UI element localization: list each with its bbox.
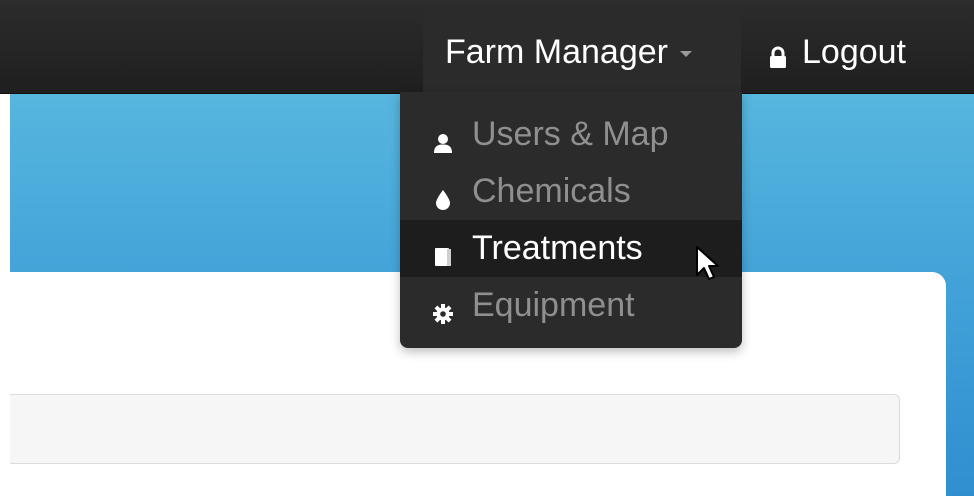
menu-item-label: Users & Map (472, 115, 669, 153)
menu-item-equipment[interactable]: Equipment (400, 277, 742, 334)
lock-icon (766, 40, 790, 68)
farm-manager-dropdown-menu: Users & Map Chemicals Treatments Equipme… (400, 92, 742, 348)
logout-link[interactable]: Logout (766, 10, 906, 94)
farm-manager-dropdown-toggle[interactable]: Farm Manager (423, 10, 741, 94)
book-icon (432, 238, 454, 266)
caret-down-icon (679, 51, 692, 57)
menu-item-treatments[interactable]: Treatments (400, 220, 742, 277)
user-icon (432, 124, 454, 153)
menu-item-chemicals[interactable]: Chemicals (400, 163, 742, 220)
text-field[interactable] (10, 394, 900, 464)
mouse-pointer-icon (695, 245, 721, 283)
top-navbar: Farm Manager Logout (0, 0, 974, 94)
farm-manager-label: Farm Manager (445, 32, 668, 71)
page-edge (0, 94, 10, 496)
logout-label: Logout (802, 32, 906, 71)
gear-icon (432, 295, 454, 324)
droplet-icon (432, 181, 454, 210)
menu-item-users-map[interactable]: Users & Map (400, 106, 742, 163)
menu-item-label: Equipment (472, 286, 635, 324)
menu-item-label: Chemicals (472, 172, 631, 210)
menu-item-label: Treatments (472, 229, 643, 267)
